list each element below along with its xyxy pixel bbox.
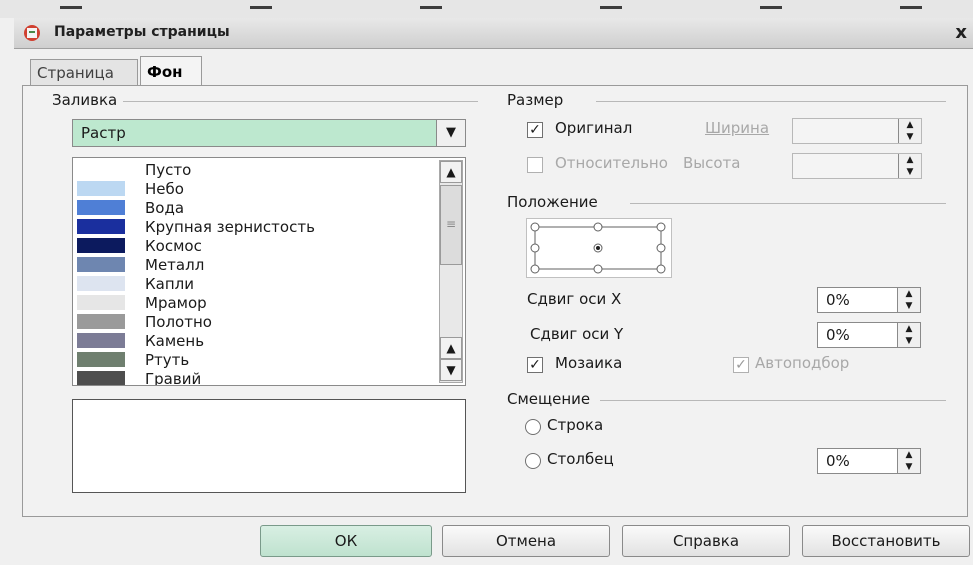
offset-group-line (600, 400, 946, 401)
list-item-label: Капли (145, 275, 194, 293)
tile-checkbox[interactable]: ✓ (527, 357, 543, 373)
reset-button[interactable]: Восстановить (802, 525, 970, 557)
autofit-label: Автоподбор (755, 354, 850, 372)
shift-x-stepper[interactable]: 0% ▲ ▼ (817, 287, 921, 313)
list-item[interactable]: Вода (73, 198, 433, 218)
fill-type-select[interactable]: Растр ▼ (72, 119, 466, 147)
list-item[interactable]: Камень (73, 331, 433, 351)
row-radio[interactable] (525, 419, 541, 435)
cancel-button[interactable]: Отмена (442, 525, 610, 557)
scroll-up-icon[interactable]: ▲ (440, 161, 462, 183)
relative-checkbox[interactable] (527, 157, 543, 173)
bitmap-swatch (77, 276, 125, 291)
close-icon[interactable]: x (955, 22, 967, 43)
help-button[interactable]: Справка (622, 525, 790, 557)
dialog-title: Параметры страницы (54, 24, 230, 40)
offset-group-label: Смещение (507, 390, 597, 408)
position-grid[interactable] (526, 218, 672, 278)
fill-group-label: Заливка (52, 91, 124, 109)
list-item-label: Камень (145, 332, 205, 350)
list-item-label: Ртуть (145, 351, 190, 369)
bitmap-swatch (77, 333, 125, 348)
app-icon (24, 25, 40, 41)
list-item-label: Гравий (145, 370, 202, 386)
list-item[interactable]: Капли (73, 274, 433, 294)
list-item[interactable]: Металл (73, 255, 433, 275)
tab-background[interactable]: Фон (140, 56, 202, 86)
width-label: Ширина (705, 119, 770, 137)
list-item-label: Полотно (145, 313, 212, 331)
height-stepper[interactable]: ▲ ▼ (792, 153, 922, 179)
bitmap-swatch (77, 352, 125, 367)
size-group-line (596, 101, 946, 102)
bitmap-list[interactable]: Пусто Небо Вода Крупная зернистость Космос Ме… (72, 157, 466, 386)
position-group-line (630, 203, 946, 204)
shift-x-value: 0% (826, 291, 850, 309)
background-toolbar (0, 0, 973, 18)
bitmap-swatch (77, 181, 125, 196)
autofit-checkbox[interactable]: ✓ (733, 357, 749, 373)
list-item-label: Космос (145, 237, 202, 255)
fill-preview (72, 399, 466, 493)
chevron-down-icon[interactable]: ▼ (436, 120, 465, 146)
width-stepper[interactable]: ▲ ▼ (792, 118, 922, 144)
tile-label: Мозаика (555, 354, 623, 372)
list-item[interactable]: Небо (73, 179, 433, 199)
title-bar: Параметры страницы x (14, 18, 973, 49)
list-scrollbar[interactable]: ▲ ≡ ▲ ▼ (439, 160, 463, 383)
scroll-up-icon[interactable]: ▲ (440, 337, 462, 359)
column-label: Столбец (547, 450, 614, 468)
relative-label: Относительно (555, 154, 668, 172)
list-item[interactable]: Космос (73, 236, 433, 256)
bitmap-swatch (77, 238, 125, 253)
list-item[interactable]: Гравий (73, 369, 433, 386)
offset-stepper[interactable]: 0% ▲ ▼ (817, 448, 921, 474)
bitmap-swatch (77, 314, 125, 329)
list-item-label: Металл (145, 256, 205, 274)
original-checkbox[interactable]: ✓ (527, 122, 543, 138)
list-item-label: Крупная зернистость (145, 218, 315, 236)
shift-y-label: Сдвиг оси Y (530, 325, 624, 343)
column-radio[interactable] (525, 453, 541, 469)
bitmap-swatch (77, 295, 125, 310)
original-label: Оригинал (555, 119, 633, 137)
size-group-label: Размер (507, 91, 570, 109)
shift-y-stepper[interactable]: 0% ▲ ▼ (817, 322, 921, 348)
bitmap-swatch (77, 162, 125, 177)
list-item-label: Мрамор (145, 294, 207, 312)
list-item[interactable]: Ртуть (73, 350, 433, 370)
tab-page[interactable]: Страница (30, 59, 138, 85)
bitmap-swatch (77, 371, 125, 385)
list-item[interactable]: Пусто (73, 160, 433, 180)
offset-value: 0% (826, 452, 850, 470)
shift-x-label: Сдвиг оси X (527, 290, 622, 308)
scroll-thumb[interactable]: ≡ (440, 185, 462, 265)
list-item-label: Вода (145, 199, 185, 217)
list-item[interactable]: Мрамор (73, 293, 433, 313)
fill-type-value: Растр (81, 124, 126, 142)
list-item-label: Небо (145, 180, 184, 198)
height-label: Высота (683, 154, 741, 172)
bitmap-swatch (77, 257, 125, 272)
position-group-label: Положение (507, 193, 604, 211)
position-grid-graphic (530, 222, 666, 274)
list-item[interactable]: Крупная зернистость (73, 217, 433, 237)
bitmap-swatch (77, 200, 125, 215)
scroll-down-icon[interactable]: ▼ (440, 359, 462, 381)
row-label: Строка (547, 416, 604, 434)
list-item[interactable]: Полотно (73, 312, 433, 332)
ok-button[interactable]: ОК (260, 525, 432, 557)
bitmap-swatch (77, 219, 125, 234)
shift-y-value: 0% (826, 326, 850, 344)
list-item-label: Пусто (145, 161, 192, 179)
